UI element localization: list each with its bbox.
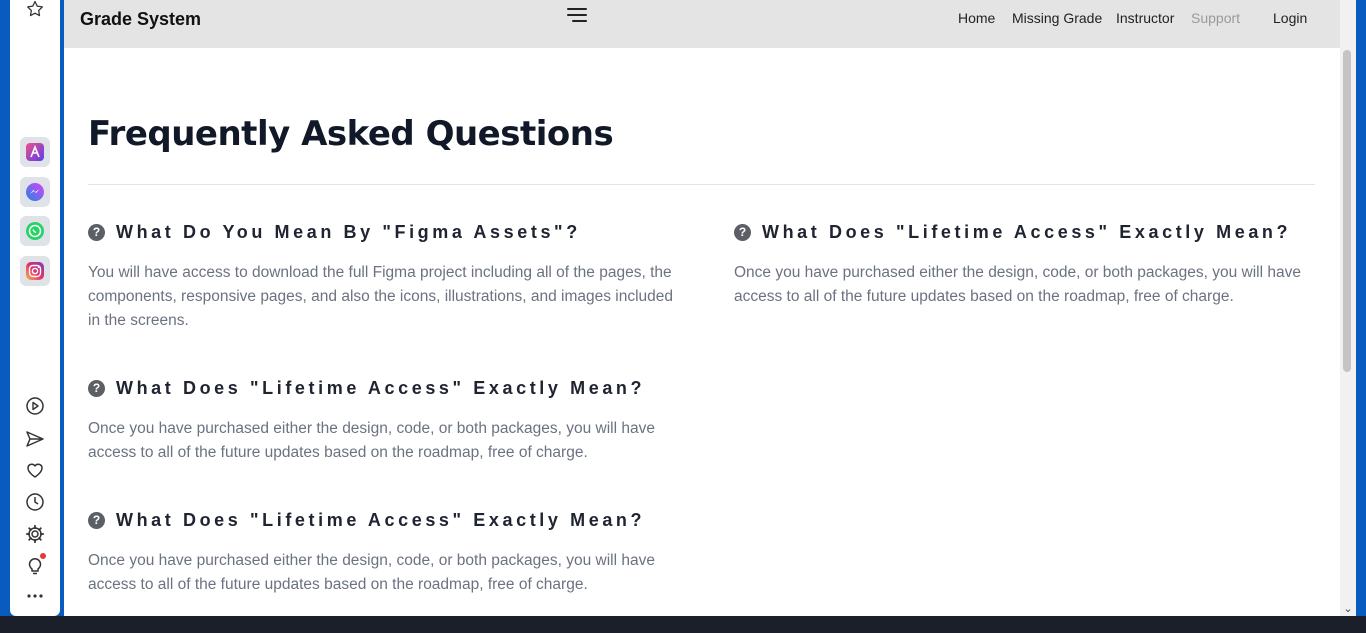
faq-question: ? What Does "Lifetime Access" Exactly Me…	[88, 376, 678, 400]
aria-icon[interactable]	[20, 137, 50, 167]
nav-home[interactable]: Home	[958, 10, 995, 26]
page-title: Frequently Asked Questions	[88, 114, 614, 154]
notification-dot	[40, 553, 46, 559]
faq-answer: Once you have purchased either the desig…	[734, 264, 1301, 305]
faq-item: ? What Does "Lifetime Access" Exactly Me…	[88, 376, 678, 465]
whatsapp-icon[interactable]	[20, 216, 50, 246]
faq-question-text: What Does "Lifetime Access" Exactly Mean…	[116, 377, 646, 398]
faq-item: ? What Does "Lifetime Access" Exactly Me…	[88, 508, 678, 597]
faq-answer: Once you have purchased either the desig…	[88, 552, 655, 593]
gear-icon[interactable]	[20, 519, 50, 549]
faq-question-text: What Does "Lifetime Access" Exactly Mean…	[762, 221, 1292, 242]
faq-answer: Once you have purchased either the desig…	[88, 420, 655, 461]
play-icon[interactable]	[20, 391, 50, 421]
faq-question: ? What Does "Lifetime Access" Exactly Me…	[734, 220, 1324, 244]
navbar: Grade System Home Missing Grade Instruct…	[64, 0, 1340, 48]
brand-logo[interactable]: Grade System	[80, 9, 201, 30]
scroll-down-arrow-icon[interactable]: ⌄	[1341, 602, 1355, 615]
page-scrollbar[interactable]: ⌄	[1340, 0, 1356, 616]
question-circle-icon: ?	[88, 511, 105, 529]
faq-question: ? What Do You Mean By "Figma Assets"?	[88, 220, 678, 244]
menu-toggle-icon[interactable]	[566, 6, 588, 24]
browser-sidebar	[10, 0, 60, 616]
lightbulb-icon[interactable]	[20, 551, 50, 581]
taskbar-strip	[0, 616, 1366, 633]
messenger-icon[interactable]	[20, 177, 50, 207]
question-circle-icon: ?	[88, 379, 105, 397]
faq-question-text: What Does "Lifetime Access" Exactly Mean…	[116, 509, 646, 530]
send-icon[interactable]	[20, 424, 50, 454]
nav-instructor[interactable]: Instructor	[1116, 10, 1174, 26]
web-page: Grade System Home Missing Grade Instruct…	[64, 0, 1340, 616]
faq-item: ? What Does "Lifetime Access" Exactly Me…	[734, 220, 1324, 309]
faq-answer: You will have access to download the ful…	[88, 264, 674, 329]
question-circle-icon: ?	[88, 223, 105, 241]
star-icon[interactable]	[20, 0, 50, 24]
faq-question: ? What Does "Lifetime Access" Exactly Me…	[88, 508, 678, 532]
faq-item: ? What Do You Mean By "Figma Assets"? Yo…	[88, 220, 678, 333]
title-divider	[88, 184, 1315, 185]
nav-support[interactable]: Support	[1191, 10, 1240, 26]
faq-question-text: What Do You Mean By "Figma Assets"?	[116, 221, 581, 242]
nav-missing-grade[interactable]: Missing Grade	[1012, 10, 1102, 26]
scrollbar-thumb[interactable]	[1343, 50, 1351, 372]
clock-icon[interactable]	[20, 487, 50, 517]
nav-login[interactable]: Login	[1273, 10, 1307, 26]
question-circle-icon: ?	[734, 223, 751, 241]
more-icon[interactable]	[20, 581, 50, 611]
instagram-icon[interactable]	[20, 256, 50, 286]
heart-icon[interactable]	[20, 455, 50, 485]
